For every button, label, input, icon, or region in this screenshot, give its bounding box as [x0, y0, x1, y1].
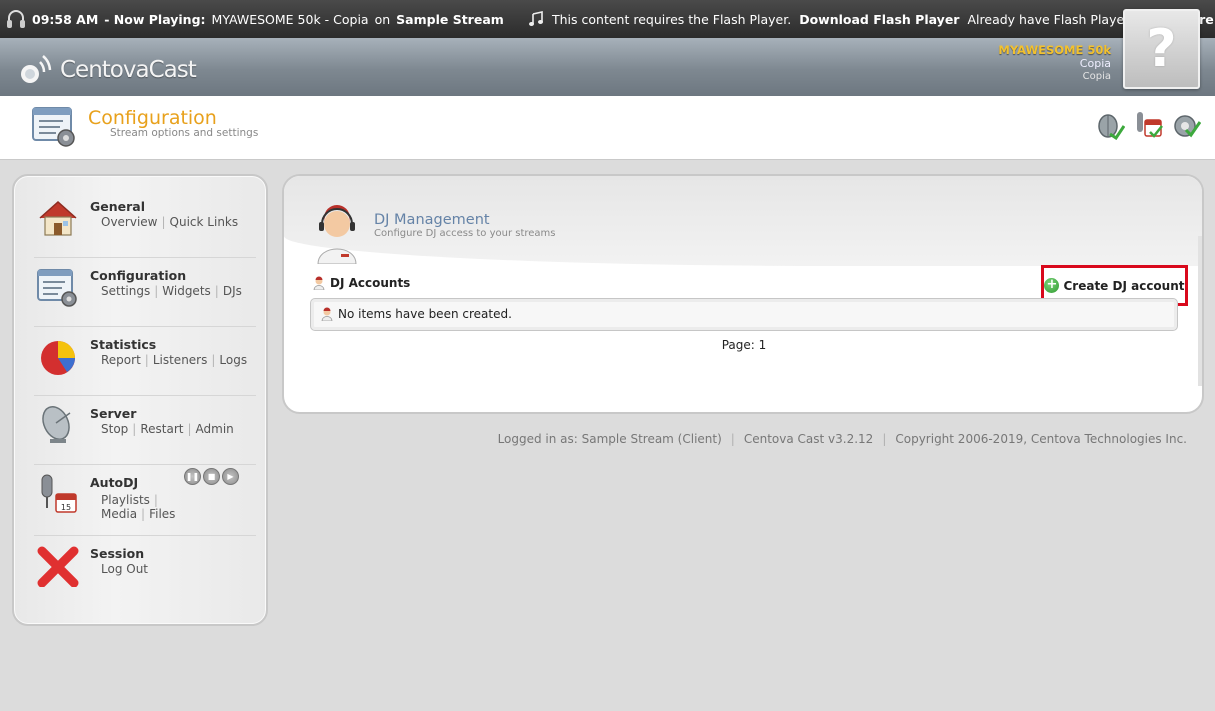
djs-link[interactable]: DJs [223, 284, 242, 298]
now-playing-bar: 09:58 AM - Now Playing: MYAWESOME 50k - … [0, 0, 1215, 38]
broadcast-logo-icon [21, 55, 52, 83]
station-info: MYAWESOME 50k Copia Copia [998, 44, 1111, 83]
autodj-pause-button[interactable]: ❚❚ [184, 468, 201, 485]
sidebar-title-configuration: Configuration [90, 268, 187, 283]
now-playing-on: on [374, 11, 391, 27]
footer: Logged in as: Sample Stream (Client) | Cen… [497, 432, 1187, 446]
autodj-stop-button[interactable]: ■ [203, 468, 220, 485]
page-subtitle: Stream options and settings [110, 127, 259, 139]
now-playing-stream: Sample Stream [396, 11, 504, 27]
log-out-link[interactable]: Log Out [101, 562, 148, 576]
dj-accounts-list: No items have been created. [310, 298, 1178, 331]
panel-scrollbar[interactable] [1198, 236, 1202, 386]
create-dj-account-label: Create DJ account [1063, 278, 1185, 293]
sidebar-title-statistics: Statistics [90, 337, 157, 352]
now-playing-info: 09:58 AM - Now Playing: MYAWESOME 50k - … [6, 0, 504, 38]
logo-text: CentovaCast [60, 57, 197, 83]
widgets-link[interactable]: Widgets [162, 284, 211, 298]
home-icon [39, 200, 77, 236]
panel-title: DJ Management [374, 212, 490, 228]
add-icon: + [1044, 278, 1060, 293]
satellite-dish-icon [42, 406, 71, 443]
dj-accounts-label: DJ Accounts [330, 276, 411, 290]
sidebar-links-statistics: Report | Listeners | Logs [101, 353, 248, 367]
sidebar-links-session: Log Out [101, 562, 148, 576]
media-link[interactable]: Media [101, 507, 137, 521]
sidebar-links-autodj: Playlists | Media | Files [101, 493, 176, 521]
brand-header: CentovaCast MYAWESOME 50k Copia Copia [0, 38, 1215, 96]
copyright-text: Copyright 2006-2019, Centova Technologie… [895, 432, 1187, 446]
autodj-skip-button[interactable]: ▶ [222, 468, 239, 485]
now-playing-time: 09:58 AM [32, 11, 99, 27]
section-header: Configuration Stream options and setting… [0, 96, 1215, 160]
flash-message: This content requires the Flash Player. [552, 11, 792, 27]
dj-accounts-icon [313, 276, 325, 290]
sidebar-item-session[interactable]: Session Log Out [34, 539, 256, 605]
restart-link[interactable]: Restart [140, 422, 183, 436]
empty-list-text: No items have been created. [338, 307, 512, 321]
flash-notice: This content requires the Flash Player. … [528, 0, 1215, 38]
album-art-placeholder: ? [1123, 9, 1200, 89]
report-link[interactable]: Report [101, 353, 141, 367]
sidebar-title-autodj: AutoDJ [90, 475, 139, 490]
listeners-link[interactable]: Listeners [153, 353, 208, 367]
page-title: Configuration [88, 107, 217, 129]
flash-already-text: Already have Flash Player? [967, 11, 1136, 27]
autodj-calendar-tool-icon[interactable] [1133, 108, 1163, 140]
sidebar-links-configuration: Settings | Widgets | DJs [101, 284, 242, 298]
station-line-1: Copia [1079, 57, 1111, 70]
sidebar-title-server: Server [90, 406, 137, 421]
pie-chart-icon [41, 341, 75, 375]
logs-link[interactable]: Logs [219, 353, 247, 367]
sidebar-title-session: Session [90, 546, 145, 561]
sidebar-item-general[interactable]: General Overview | Quick Links [34, 192, 256, 258]
configuration-icon [37, 269, 77, 307]
centovacast-logo[interactable]: CentovaCast [10, 48, 197, 92]
headphone-icon [7, 10, 25, 28]
microphone-calendar-icon: 15 [41, 474, 77, 513]
empty-list-message: No items have been created. [320, 307, 512, 321]
user-icon [321, 307, 333, 321]
panel-subtitle: Configure DJ access to your streams [374, 228, 556, 239]
station-line-2: Copia [1082, 71, 1111, 82]
sidebar-title-general: General [90, 199, 145, 214]
configuration-icon [32, 107, 75, 147]
overview-link[interactable]: Overview [101, 215, 158, 229]
now-playing-track: MYAWESOME 50k - Copia [211, 11, 369, 27]
dj-accounts-heading: DJ Accounts [312, 276, 410, 290]
settings-link[interactable]: Settings [101, 284, 150, 298]
stop-link[interactable]: Stop [101, 422, 128, 436]
settings-tool-icon[interactable] [1171, 108, 1201, 140]
quick-tools [1095, 108, 1201, 140]
logged-in-text: Logged in as: Sample Stream (Client) [497, 432, 722, 446]
sidebar-item-configuration[interactable]: Configuration Settings | Widgets | DJs [34, 261, 256, 327]
dj-management-panel: DJ Management Configure DJ access to you… [282, 174, 1204, 414]
music-note-icon [529, 11, 543, 26]
quick-links-link[interactable]: Quick Links [170, 215, 239, 229]
svg-text:15: 15 [61, 503, 71, 512]
question-mark-icon: ? [1146, 19, 1177, 79]
sidebar-links-general: Overview | Quick Links [101, 215, 239, 229]
now-playing-label: - Now Playing: [104, 11, 206, 27]
playlists-link[interactable]: Playlists [101, 493, 150, 507]
dj-user-icon [317, 205, 357, 264]
sidebar-item-autodj[interactable]: 15 AutoDJ ❚❚ ■ ▶ Playlists | Media | Files [34, 468, 256, 536]
pagination: Page: 1 [721, 338, 767, 352]
download-flash-link[interactable]: Download Flash Player [799, 12, 959, 27]
autodj-transport-controls: ❚❚ ■ ▶ [184, 468, 239, 485]
sidebar-links-server: Stop | Restart | Admin [101, 422, 234, 436]
sidebar-item-statistics[interactable]: Statistics Report | Listeners | Logs [34, 330, 256, 396]
server-tool-icon[interactable] [1095, 108, 1125, 140]
station-name: MYAWESOME 50k [998, 43, 1111, 57]
files-link[interactable]: Files [149, 507, 175, 521]
sidebar-item-server[interactable]: Server Stop | Restart | Admin [34, 399, 256, 465]
logout-x-icon [37, 546, 79, 587]
admin-link[interactable]: Admin [196, 422, 234, 436]
version-text: Centova Cast v3.2.12 [743, 432, 874, 446]
sidebar-nav: General Overview | Quick Links Configurati… [12, 174, 268, 626]
